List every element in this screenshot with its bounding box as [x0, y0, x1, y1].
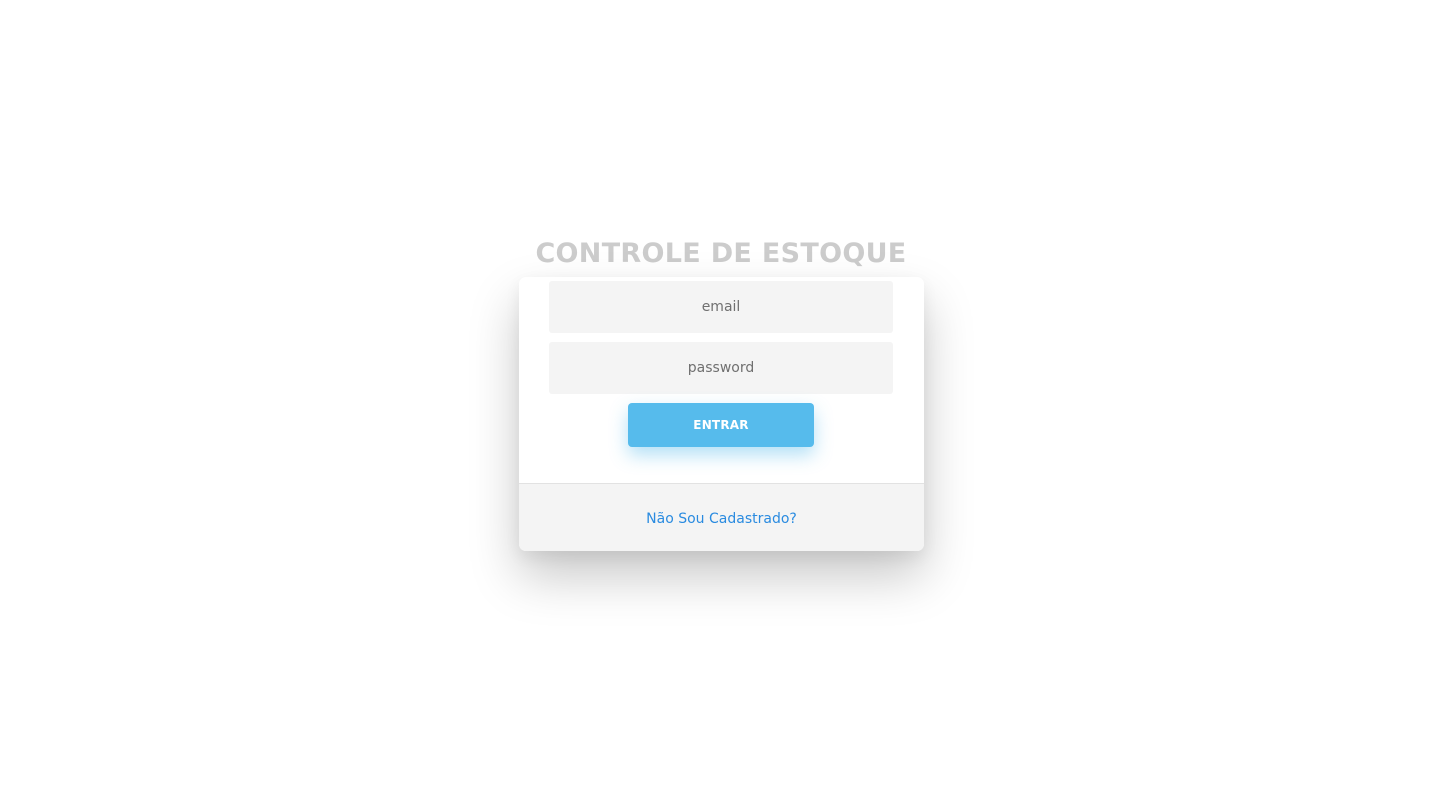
- app-title: CONTROLE DE ESTOQUE: [535, 238, 907, 269]
- register-link[interactable]: Não Sou Cadastrado?: [646, 511, 797, 527]
- login-card: ENTRAR Não Sou Cadastrado?: [519, 277, 924, 551]
- login-button[interactable]: ENTRAR: [628, 403, 814, 447]
- email-field[interactable]: [549, 281, 893, 333]
- card-footer: Não Sou Cadastrado?: [519, 483, 924, 551]
- password-field[interactable]: [549, 342, 893, 394]
- login-page: CONTROLE DE ESTOQUE ENTRAR Não Sou Cadas…: [0, 0, 1442, 788]
- login-form: ENTRAR: [519, 277, 924, 483]
